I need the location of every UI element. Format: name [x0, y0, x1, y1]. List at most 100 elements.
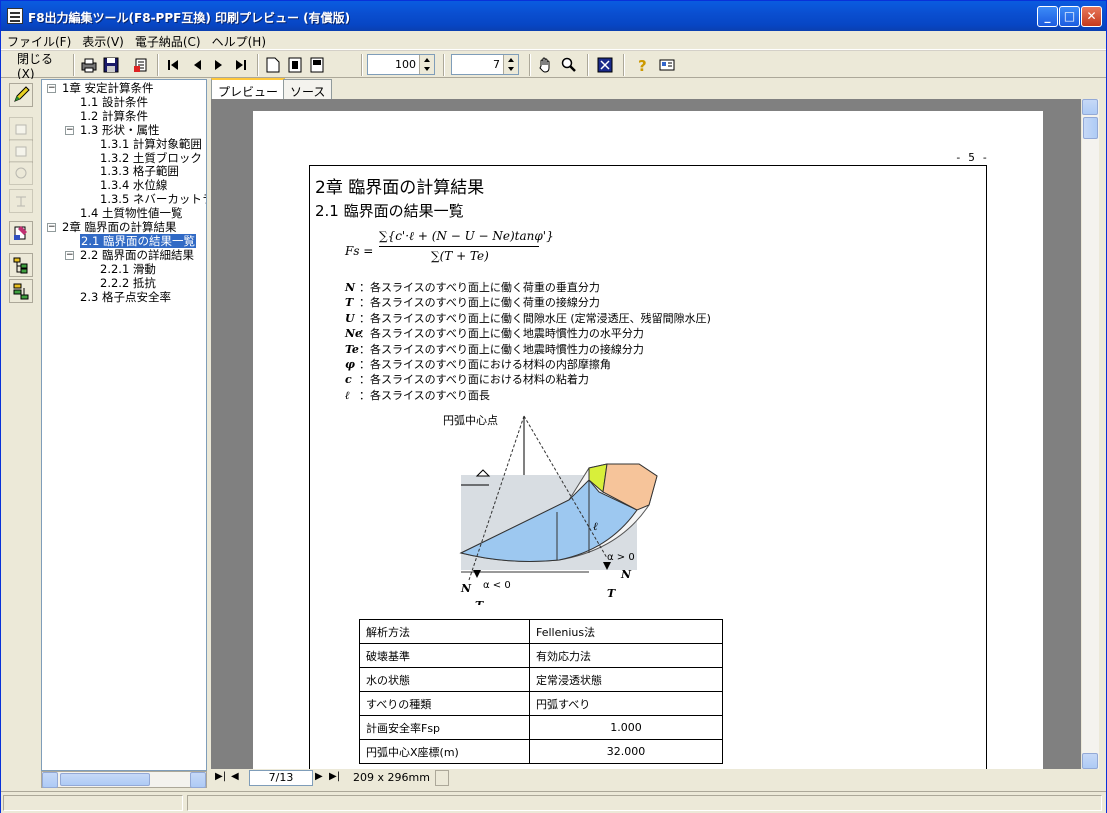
diagram-alpha-neg-label: α < 0	[483, 580, 511, 591]
tree-item-label: 1.3 形状・属性	[80, 122, 160, 137]
structure-tool-button[interactable]	[9, 253, 33, 277]
formula-lhs: Fs =	[345, 244, 374, 258]
vertical-scroll-thumb[interactable]	[1083, 117, 1098, 139]
page-spinner[interactable]: 7	[451, 54, 519, 75]
scroll-thumb[interactable]	[60, 773, 150, 786]
about-icon[interactable]	[657, 54, 677, 76]
menu-help[interactable]: ヘルプ(H)	[206, 31, 271, 50]
prev-page-icon[interactable]	[187, 54, 207, 76]
two-page-icon[interactable]	[285, 54, 305, 76]
preview-vertical-scrollbar[interactable]	[1082, 99, 1099, 769]
tab-source[interactable]: ソース	[283, 79, 333, 99]
single-page-icon[interactable]	[263, 54, 283, 76]
menu-view[interactable]: 表示(V)	[76, 31, 129, 50]
definition-symbol: ℓ	[345, 388, 350, 402]
tree-item[interactable]: 2.2.2 抵抗	[100, 276, 156, 290]
tree-item-label: 1.3.2 土質ブロック	[100, 150, 202, 165]
tree-toggle[interactable]: −	[65, 125, 74, 135]
close-preview-button[interactable]: 閉じる(X)	[17, 52, 69, 81]
structure-tool-2-button[interactable]	[9, 279, 33, 303]
color-tool-button[interactable]	[9, 221, 33, 245]
definition-row: φ ：各スライスのすべり面における材料の内部摩擦角	[345, 357, 711, 372]
scroll-up-button[interactable]	[1082, 99, 1098, 115]
disabled-tool-button[interactable]	[9, 139, 33, 163]
tree-item[interactable]: 2.2 臨界面の詳細結果	[80, 248, 194, 262]
definition-row: N ：各スライスのすべり面上に働く荷重の垂直分力	[345, 280, 711, 295]
next-page-icon[interactable]	[209, 54, 229, 76]
diagram-ell-label: ℓ	[593, 520, 598, 533]
table-value: 円弧すべり	[529, 691, 723, 716]
save-icon[interactable]	[101, 54, 121, 76]
side-toolbar	[1, 79, 39, 791]
table-value: Fellenius法	[529, 619, 723, 644]
table-key: すべりの種類	[359, 691, 530, 716]
disabled-tool-button[interactable]	[9, 189, 33, 213]
help-icon[interactable]: ?	[633, 54, 653, 76]
edit-pen-button[interactable]	[9, 83, 33, 107]
tree-item-label: 1.3.4 水位線	[100, 178, 168, 193]
table-row: 水の状態 定常浸透状態	[359, 667, 723, 692]
tree-horizontal-scrollbar[interactable]	[41, 771, 207, 788]
tree-toggle[interactable]: −	[47, 223, 56, 232]
first-page-icon[interactable]	[163, 54, 183, 76]
tree-toggle[interactable]: −	[47, 84, 56, 93]
scroll-right-button[interactable]	[190, 772, 206, 788]
tree-item[interactable]: 2.1 臨界面の結果一覧	[80, 233, 196, 248]
table-key: 解析方法	[359, 619, 530, 644]
tree-item[interactable]: 1.3.2 土質ブロック	[100, 150, 202, 165]
print-icon[interactable]	[79, 54, 99, 76]
tree-item[interactable]: 1.3.5 ネバーカットライン	[100, 193, 206, 206]
last-page-nav[interactable]: ▶|	[329, 771, 340, 782]
close-window-button[interactable]: ✕	[1081, 6, 1102, 27]
definition-text: ：各スライスのすべり面上に働く地震時慣性力の接線分力	[359, 342, 644, 356]
tree-item[interactable]: 1.3.1 計算対象範囲	[100, 137, 202, 151]
tree-item[interactable]: 2章 臨界面の計算結果	[62, 221, 176, 234]
disabled-tool-button[interactable]	[9, 161, 33, 185]
tree-item[interactable]: 1.3.3 格子範囲	[100, 165, 179, 178]
toolbar: 閉じる(X) 100 7 ?	[1, 50, 1106, 81]
menu-electronic-delivery[interactable]: 電子納品(C)	[129, 31, 206, 50]
tree-item[interactable]: 1.3.4 水位線	[100, 179, 167, 192]
tree-item[interactable]: 1章 安定計算条件	[62, 82, 153, 95]
status-cell	[187, 795, 1102, 811]
multi-page-icon[interactable]	[307, 54, 327, 76]
definition-text: ：各スライスのすべり面上に働く間隙水圧 (定常浸透圧、残留間隙水圧)	[359, 311, 711, 325]
next-page-nav[interactable]: ▶	[315, 771, 323, 782]
tree-item[interactable]: 2.2.1 滑動	[100, 262, 156, 276]
fit-window-icon[interactable]	[595, 54, 615, 76]
zoom-spin-arrows[interactable]	[419, 55, 434, 74]
scroll-down-button[interactable]	[1082, 753, 1098, 769]
definition-row: Ne：各スライスのすべり面上に働く地震時慣性力の水平分力	[345, 326, 711, 341]
hand-tool-icon[interactable]	[535, 54, 555, 76]
toolbar-separator	[361, 54, 363, 76]
tree-item[interactable]: 1.3 形状・属性	[80, 122, 160, 137]
tree-item[interactable]: 1.2 計算条件	[80, 109, 148, 123]
scroll-left-button[interactable]	[42, 772, 58, 788]
tree-item[interactable]: 2.3 格子点安全率	[80, 290, 171, 304]
formula-denominator: ∑(T + Te)	[431, 249, 489, 263]
page-spin-arrows[interactable]	[503, 55, 518, 74]
first-page-nav[interactable]: ▶|	[215, 771, 226, 782]
page-indicator[interactable]: 7/13	[249, 770, 313, 786]
maximize-button[interactable]: □	[1059, 6, 1080, 27]
export-icon[interactable]	[131, 54, 151, 76]
minimize-button[interactable]: _	[1037, 6, 1058, 27]
definition-symbol: U	[345, 311, 355, 325]
page-scroll-handle[interactable]	[435, 770, 449, 786]
tab-preview[interactable]: プレビュー	[211, 78, 286, 99]
disabled-tool-button[interactable]	[9, 117, 33, 141]
zoom-icon[interactable]	[559, 54, 579, 76]
zoom-spinner[interactable]: 100	[367, 54, 435, 75]
tree-item[interactable]: 1.1 設計条件	[80, 94, 148, 109]
definition-row: T ：各スライスのすべり面上に働く荷重の接線分力	[345, 295, 711, 310]
preview-area[interactable]: - 5 - 2章 臨界面の計算結果 2.1 臨界面の結果一覧 Fs = ∑{c'…	[211, 99, 1081, 769]
prev-page-nav[interactable]: ◀	[231, 771, 239, 782]
outline-tree[interactable]: −1章 安定計算条件 1.1 設計条件 1.2 計算条件 −1.3 形状・属性 1.3.…	[41, 79, 207, 771]
tree-toggle[interactable]: −	[65, 250, 74, 260]
last-page-icon[interactable]	[231, 54, 251, 76]
paper-size: 209 x 296mm	[353, 771, 430, 784]
table-key: 破壊基準	[359, 643, 530, 668]
tree-item[interactable]: 1.4 土質物性値一覧	[80, 207, 182, 220]
menu-file[interactable]: ファイル(F)	[1, 31, 76, 50]
tree-item-label: 1.1 設計条件	[80, 94, 148, 109]
